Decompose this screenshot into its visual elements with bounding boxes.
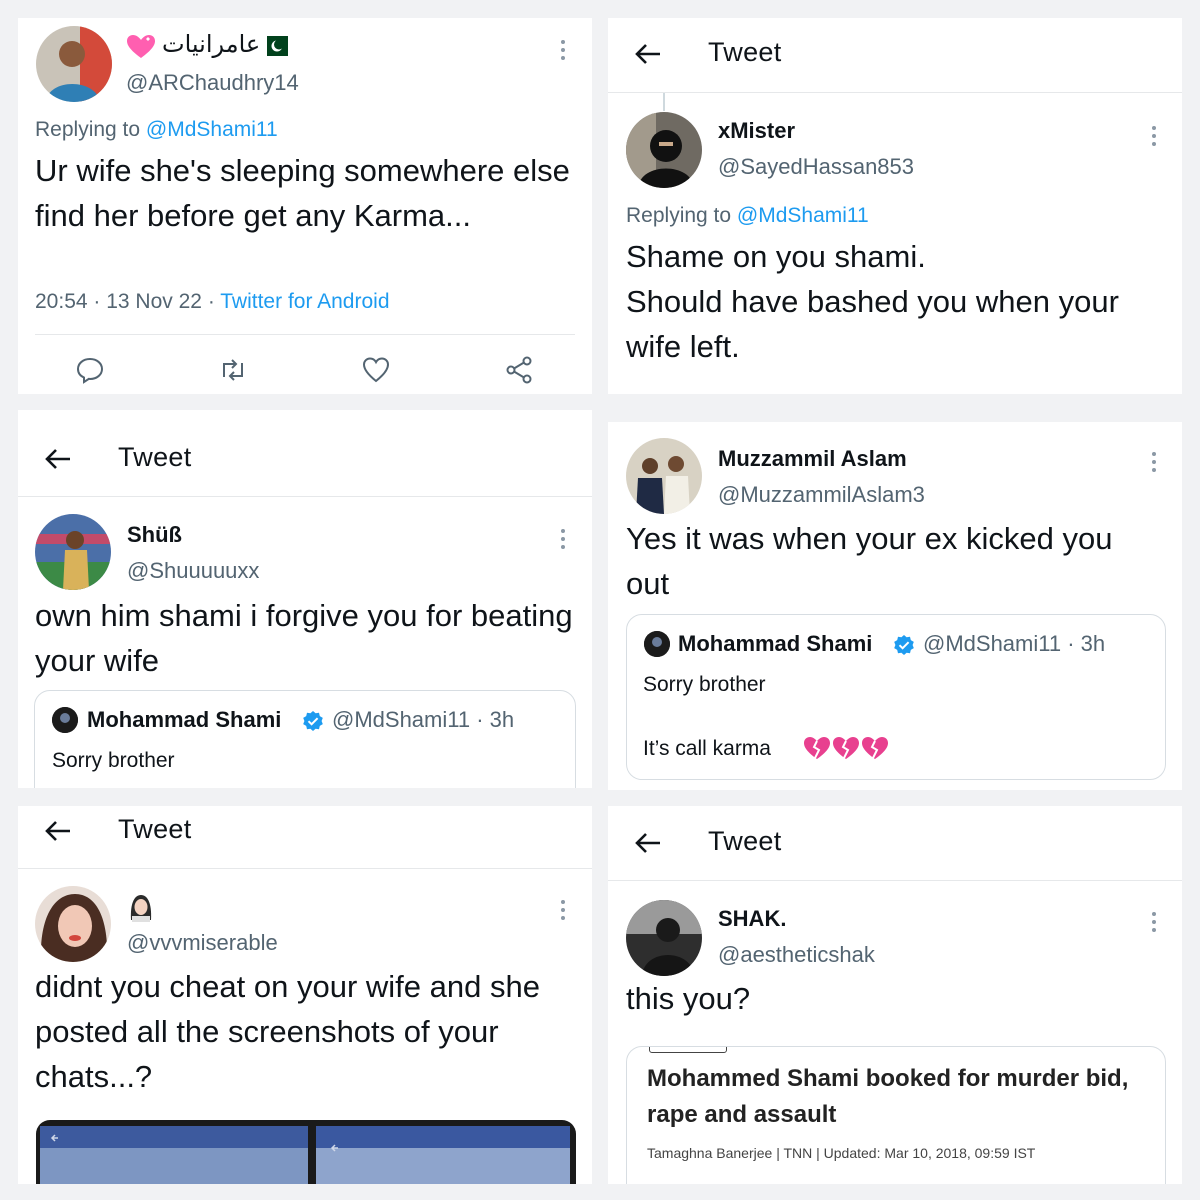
tweet-panel-shub: Tweet Shüß @Shuuuuuxx own him shami i fo… [18, 410, 592, 788]
user-handle[interactable]: @Shuuuuuxx [127, 558, 259, 584]
tweet-header: Tweet [608, 806, 1182, 881]
back-arrow-icon[interactable] [40, 813, 76, 849]
woman-emoji-icon [130, 895, 152, 922]
tweet-date: 13 Nov 22 [106, 290, 202, 313]
tweet-header: Tweet [608, 18, 1182, 93]
tweet-panel-vvvmiserable: Tweet @vvvmiserable didnt you cheat on y… [18, 806, 592, 1184]
tweet-panel-xmister: Tweet xMister @SayedHassan853 Replying t… [608, 18, 1182, 394]
more-options-icon[interactable] [560, 898, 566, 922]
tweet-panel-archaudhry: عامرانیات @ARChaudhry14 Replying to @MdS… [18, 18, 592, 394]
quoted-avatar [644, 631, 670, 657]
broken-hearts-icon [804, 737, 888, 759]
replying-prefix: Replying to [35, 118, 141, 141]
verified-badge-icon [894, 635, 914, 655]
attached-screenshots-image[interactable] [36, 1120, 576, 1184]
heart-emoji-icon [126, 34, 156, 60]
quoted-handle-and-time: @MdShami11 · 3h [332, 707, 515, 732]
replying-to-line: Replying to @MdShami11 [626, 204, 869, 228]
display-name: SHAK. [718, 906, 787, 931]
quoted-handle: @MdShami11 [332, 707, 471, 732]
replying-to-link[interactable]: @MdShami11 [146, 118, 278, 141]
quoted-tweet[interactable]: Mohammad Shami @MdShami11 · 3h Sorry bro… [34, 690, 576, 788]
more-options-icon[interactable] [560, 527, 566, 551]
quoted-avatar [52, 707, 78, 733]
quoted-text: Sorry brother [52, 749, 175, 772]
display-name: xMister [718, 118, 796, 143]
tweet-header: Tweet [18, 806, 592, 869]
user-handle[interactable]: @ARChaudhry14 [126, 70, 299, 96]
display-name: عامرانیات [162, 31, 261, 58]
avatar[interactable] [35, 514, 111, 590]
verified-badge-icon [303, 711, 323, 731]
display-name: Shüß [127, 522, 182, 547]
back-arrow-icon[interactable] [630, 36, 666, 72]
avatar[interactable] [35, 886, 111, 962]
replying-to-line: Replying to @MdShami11 [35, 118, 278, 142]
quoted-handle: @MdShami11 [923, 631, 1062, 656]
tweet-header: Tweet [18, 410, 592, 497]
tweet-text: Ur wife she's sleeping somewhere else fi… [35, 153, 570, 233]
quoted-display-name: Mohammad Shami [87, 707, 282, 732]
more-options-icon[interactable] [560, 38, 566, 62]
avatar[interactable] [626, 900, 702, 976]
user-handle[interactable]: @SayedHassan853 [718, 154, 914, 180]
tweet-text-line-2: Should have bashed you when your wife le… [626, 284, 1119, 364]
more-options-icon[interactable] [1151, 450, 1157, 474]
more-options-icon[interactable] [1151, 910, 1157, 934]
user-handle[interactable]: @aestheticshak [718, 942, 875, 968]
back-arrow-icon[interactable] [40, 441, 76, 477]
tweet-text: Yes it was when your ex kicked you out [626, 521, 1113, 601]
tweet-panel-shak: Tweet SHAK. @aestheticshak this you? Moh… [608, 806, 1182, 1184]
header-title: Tweet [708, 37, 782, 67]
tweet-text: this you? [626, 981, 751, 1016]
more-options-icon[interactable] [1151, 124, 1157, 148]
article-byline: Tamaghna Banerjee | TNN | Updated: Mar 1… [647, 1145, 1036, 1161]
tweet-source-link[interactable]: Twitter for Android [220, 290, 389, 313]
tweet-text: Shame on you shami. Should have bashed y… [626, 234, 1171, 369]
tweet-text: own him shami i forgive you for beating … [35, 598, 573, 678]
tweet-text: didnt you cheat on your wife and she pos… [35, 969, 540, 1094]
avatar[interactable] [36, 26, 112, 102]
quoted-handle-and-time: @MdShami11 · 3h [923, 631, 1106, 656]
quoted-tweet[interactable]: Mohammad Shami @MdShami11 · 3h Sorry bro… [626, 614, 1166, 780]
user-handle[interactable]: @MuzzammilAslam3 [718, 482, 925, 508]
avatar[interactable] [626, 112, 702, 188]
header-title: Tweet [708, 826, 782, 856]
image-frame-edge [649, 1047, 727, 1053]
quoted-text: Sorry brother [643, 673, 766, 696]
replying-prefix: Replying to [626, 204, 732, 227]
retweet-icon[interactable] [218, 355, 248, 385]
tweet-text-line-1: Shame on you shami. [626, 239, 926, 274]
avatar[interactable] [626, 438, 702, 514]
back-arrow-icon[interactable] [630, 825, 666, 861]
quoted-time: 3h [489, 707, 515, 732]
attached-article-card[interactable]: Mohammed Shami booked for murder bid, ra… [626, 1046, 1166, 1184]
share-icon[interactable] [504, 355, 534, 385]
tweet-time: 20:54 [35, 290, 88, 313]
pakistan-flag-icon [260, 36, 288, 56]
display-name: Muzzammil Aslam [718, 446, 907, 471]
thread-line [663, 93, 665, 111]
header-title: Tweet [118, 442, 192, 472]
tweet-panel-muzzammil: Muzzammil Aslam @MuzzammilAslam3 Yes it … [608, 422, 1182, 790]
replying-to-link[interactable]: @MdShami11 [737, 204, 869, 227]
user-handle[interactable]: @vvvmiserable [127, 930, 278, 956]
quoted-text-2: It’s call karma [643, 737, 771, 760]
header-title: Tweet [118, 814, 192, 844]
quoted-display-name: Mohammad Shami [678, 631, 873, 656]
reply-icon[interactable] [75, 355, 105, 385]
tweet-meta: 20:54 · 13 Nov 22 · Twitter for Android [35, 290, 390, 313]
like-icon[interactable] [361, 355, 391, 385]
quoted-time: 3h [1080, 631, 1106, 656]
article-title: Mohammed Shami booked for murder bid, ra… [647, 1065, 1129, 1128]
divider [35, 334, 575, 335]
